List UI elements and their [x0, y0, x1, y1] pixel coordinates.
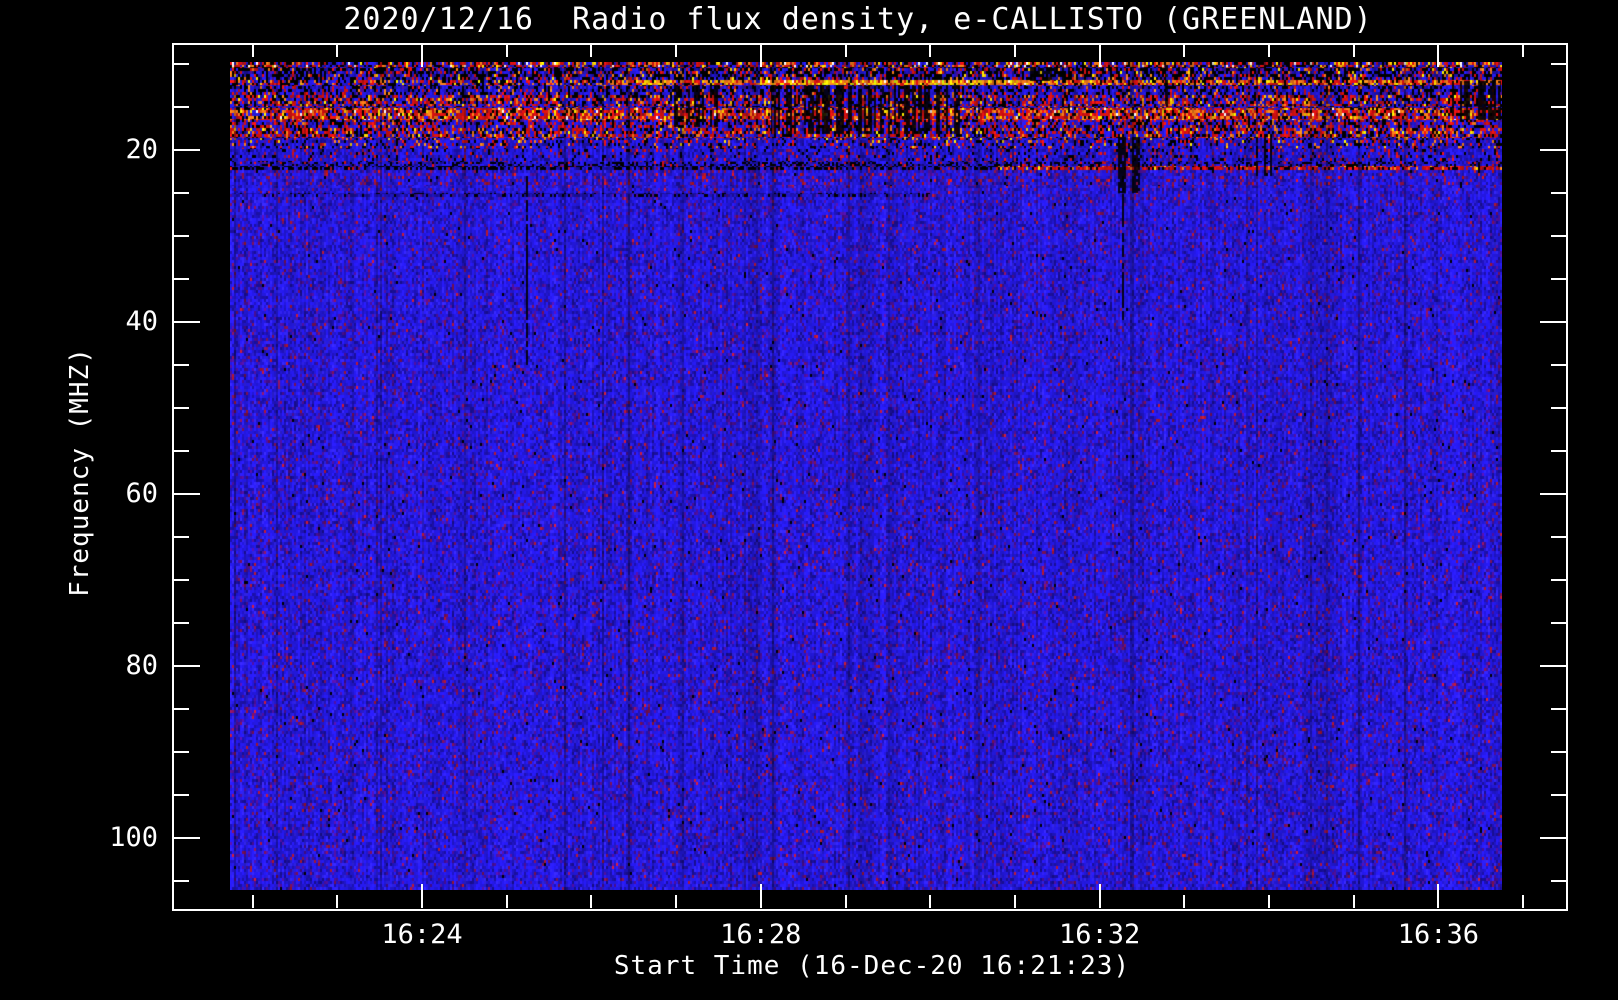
y-tick-mark: [1540, 837, 1566, 839]
y-tick-mark: [1551, 63, 1566, 65]
x-tick-mark: [1183, 895, 1186, 908]
x-tick-mark: [590, 45, 593, 57]
x-tick-mark: [336, 895, 339, 908]
y-tick-mark: [174, 579, 189, 581]
y-tick-label: 40: [125, 306, 158, 337]
y-tick-mark: [1551, 192, 1566, 194]
y-tick-mark: [174, 450, 189, 452]
spectrogram-figure: 2020/12/16 Radio flux density, e-CALLIST…: [0, 0, 1618, 1000]
x-tick-mark: [929, 895, 932, 908]
y-tick-mark: [1551, 751, 1566, 753]
y-tick-mark: [1551, 278, 1566, 280]
y-tick-label: 100: [109, 822, 158, 853]
x-tick-mark: [759, 884, 762, 908]
y-tick-mark: [1551, 106, 1566, 108]
y-tick-label: 80: [125, 650, 158, 681]
y-tick-mark: [174, 278, 189, 280]
y-tick-mark: [1540, 321, 1566, 323]
x-tick-mark: [1013, 45, 1016, 57]
y-tick-mark: [1551, 364, 1566, 366]
y-tick-mark: [1551, 450, 1566, 452]
x-tick-mark: [759, 45, 762, 67]
x-tick-mark: [675, 45, 678, 57]
y-tick-mark: [174, 794, 189, 796]
x-tick-mark: [1352, 895, 1355, 908]
x-tick-mark: [1098, 45, 1101, 67]
x-tick-mark: [251, 895, 254, 908]
x-tick-mark: [1437, 884, 1440, 908]
y-tick-mark: [1551, 579, 1566, 581]
x-tick-label: 16:24: [381, 919, 463, 950]
y-tick-mark: [1551, 235, 1566, 237]
x-tick-mark: [675, 895, 678, 908]
y-tick-mark: [1551, 794, 1566, 796]
y-tick-mark: [174, 364, 189, 366]
x-tick-mark: [1098, 884, 1101, 908]
y-tick-label: 60: [125, 478, 158, 509]
x-tick-mark: [1522, 895, 1525, 908]
y-tick-mark: [174, 407, 189, 409]
x-tick-label: 16:32: [1058, 919, 1141, 950]
x-tick-mark: [590, 895, 593, 908]
y-tick-mark: [1551, 536, 1566, 538]
y-tick-mark: [174, 149, 200, 151]
x-tick-mark: [505, 45, 508, 57]
x-tick-mark: [1013, 895, 1016, 908]
y-tick-mark: [1540, 149, 1566, 151]
y-tick-mark: [174, 665, 200, 667]
y-tick-mark: [1551, 708, 1566, 710]
x-tick-mark: [844, 45, 847, 57]
x-tick-mark: [336, 45, 339, 57]
y-tick-mark: [174, 192, 189, 194]
y-tick-mark: [174, 63, 189, 65]
y-tick-mark: [1551, 880, 1566, 882]
x-tick-label: 16:36: [1397, 919, 1480, 950]
y-tick-mark: [1551, 622, 1566, 624]
x-tick-mark: [1437, 45, 1440, 67]
y-tick-mark: [174, 622, 189, 624]
y-tick-mark: [174, 235, 189, 237]
y-tick-mark: [174, 321, 200, 323]
y-tick-mark: [174, 106, 189, 108]
x-axis-label: Start Time (16-Dec-20 16:21:23): [613, 951, 1131, 981]
y-tick-mark: [1540, 493, 1566, 495]
x-tick-mark: [929, 45, 932, 57]
y-tick-mark: [1540, 665, 1566, 667]
x-tick-mark: [1352, 45, 1355, 57]
y-tick-mark: [174, 751, 189, 753]
y-tick-label: 20: [125, 134, 158, 165]
x-tick-mark: [505, 895, 508, 908]
y-tick-mark: [174, 880, 189, 882]
y-tick-mark: [174, 837, 200, 839]
spectrogram-image: [230, 62, 1502, 890]
x-tick-mark: [1268, 45, 1270, 57]
x-tick-mark: [421, 45, 423, 67]
x-tick-mark: [1522, 45, 1525, 57]
x-tick-mark: [251, 45, 254, 57]
y-tick-mark: [174, 708, 189, 710]
x-tick-mark: [1268, 895, 1270, 908]
x-tick-label: 16:28: [720, 919, 802, 950]
y-tick-mark: [174, 536, 189, 538]
x-tick-mark: [844, 895, 847, 908]
x-tick-mark: [421, 884, 423, 908]
chart-title: 2020/12/16 Radio flux density, e-CALLIST…: [343, 2, 1373, 37]
y-tick-mark: [1551, 407, 1566, 409]
x-tick-mark: [1183, 45, 1186, 57]
y-axis-label: Frequency (MHZ): [65, 347, 95, 597]
y-tick-mark: [174, 493, 200, 495]
